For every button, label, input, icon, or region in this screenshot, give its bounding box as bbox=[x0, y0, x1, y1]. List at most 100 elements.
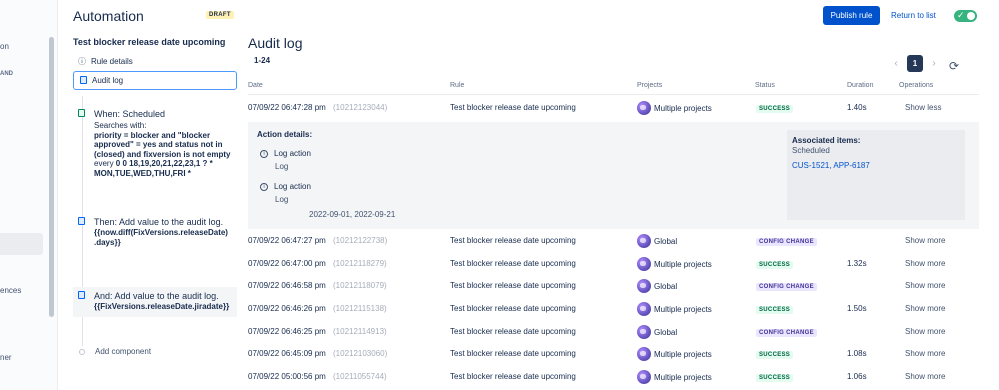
chevron-right-icon[interactable]: › bbox=[929, 58, 939, 69]
row-duration: 1.40s bbox=[847, 103, 867, 112]
audit-log-label: Audit log bbox=[92, 76, 124, 85]
rule-details-item[interactable]: ⓘ Rule details bbox=[73, 52, 237, 71]
row-duration: 1.06s bbox=[847, 372, 867, 381]
action-entry: i Log action Log bbox=[260, 149, 311, 171]
add-component-button[interactable]: Add component bbox=[79, 347, 151, 356]
draft-badge: DRAFT bbox=[206, 11, 234, 19]
show-less-button[interactable]: Show less bbox=[905, 103, 941, 112]
info-icon: i bbox=[260, 182, 268, 191]
row-date: 07/09/22 06:47:27 pm bbox=[248, 236, 326, 245]
trigger-step[interactable]: When: Scheduled Searches with: priority … bbox=[73, 109, 237, 179]
row-projects: Multiple projects bbox=[637, 302, 712, 316]
row-date: 07/09/22 06:47:28 pm bbox=[248, 103, 326, 112]
row-duration: 1.50s bbox=[847, 304, 867, 313]
row-rule: Test blocker release date upcoming bbox=[450, 372, 576, 381]
action-icon bbox=[73, 291, 94, 301]
rule-name: Test blocker release date upcoming bbox=[73, 37, 226, 47]
row-rule: Test blocker release date upcoming bbox=[450, 349, 576, 358]
row-rule: Test blocker release date upcoming bbox=[450, 103, 576, 112]
toggle-knob bbox=[967, 12, 975, 20]
row-rule: Test blocker release date upcoming bbox=[450, 304, 576, 313]
table-row: 07/09/22 06:47:28 pm (10212123044) Test … bbox=[248, 98, 979, 120]
column-header-operations: Operations bbox=[899, 82, 934, 89]
status-badge: SUCCESS bbox=[756, 105, 794, 113]
globe-icon bbox=[637, 347, 651, 361]
row-duration: 1.08s bbox=[847, 349, 867, 358]
page-button-current[interactable]: 1 bbox=[907, 55, 923, 72]
globe-icon bbox=[637, 234, 651, 248]
row-id: (10212114913) bbox=[333, 327, 387, 336]
trigger-jql: priority = blocker and "blocker approved… bbox=[94, 130, 231, 159]
info-icon: i bbox=[260, 149, 268, 158]
action-2-title: And: Add value to the audit log. bbox=[94, 291, 219, 301]
refresh-icon[interactable]: ⟳ bbox=[949, 59, 959, 73]
nav-item-2[interactable]: ences bbox=[0, 286, 21, 295]
nav-item-3[interactable]: ner bbox=[0, 353, 12, 362]
action-2-value: {{FixVersions.releaseDate.jiradate}} bbox=[94, 302, 230, 311]
row-id: (10212123044) bbox=[333, 103, 388, 112]
row-id: (10211055744) bbox=[333, 372, 387, 381]
row-date: 07/09/22 05:00:56 pm bbox=[248, 372, 326, 381]
globe-icon bbox=[637, 279, 651, 293]
action-log-value: 2022-09-01, 2022-09-21 bbox=[309, 210, 396, 219]
info-icon: ⓘ bbox=[78, 57, 86, 66]
row-projects: Multiple projects bbox=[637, 257, 712, 271]
table-row: 07/09/22 06:47:27 pm (10212122738) Test … bbox=[248, 231, 979, 253]
calendar-icon bbox=[73, 109, 94, 119]
status-badge: SUCCESS bbox=[756, 351, 794, 359]
row-date: 07/09/22 06:47:00 pm bbox=[248, 259, 326, 268]
add-component-dot-icon bbox=[79, 348, 85, 355]
action-1-value: {{now.diff(FixVersions.releaseDate) .day… bbox=[94, 228, 228, 247]
status-badge: CONFIG CHANGE bbox=[756, 283, 817, 291]
action-details-label: Action details: bbox=[257, 130, 313, 139]
audit-log-title: Audit log bbox=[248, 35, 303, 51]
chevron-left-icon[interactable]: ‹ bbox=[891, 58, 901, 69]
header-divider bbox=[248, 94, 979, 95]
row-date: 07/09/22 06:45:09 pm bbox=[248, 349, 326, 358]
show-more-button[interactable]: Show more bbox=[905, 259, 945, 268]
audit-log-item[interactable]: Audit log bbox=[73, 71, 237, 90]
trigger-searches-label: Searches with: bbox=[94, 121, 147, 130]
globe-icon bbox=[637, 325, 651, 339]
nav-item-selected[interactable] bbox=[0, 233, 43, 255]
trigger-every-label: every bbox=[94, 159, 114, 169]
row-date: 07/09/22 06:46:26 pm bbox=[248, 304, 326, 313]
action-step-1[interactable]: Then: Add value to the audit log. {{now.… bbox=[73, 217, 237, 247]
row-id: (10212122738) bbox=[333, 236, 388, 245]
row-projects: Global bbox=[637, 279, 677, 293]
row-projects: Global bbox=[637, 234, 677, 248]
nav-section-label: AND bbox=[0, 71, 13, 77]
action-entry: i Log action Log 2022-09-01, 2022-09-21 bbox=[260, 182, 395, 219]
nav-scrollbar[interactable] bbox=[49, 37, 54, 317]
publish-rule-button[interactable]: Publish rule bbox=[823, 6, 880, 25]
row-rule: Test blocker release date upcoming bbox=[450, 281, 576, 290]
table-row: 07/09/22 06:47:00 pm (10212118279) Test … bbox=[248, 254, 979, 276]
check-icon: ✓ bbox=[957, 10, 965, 20]
result-range: 1-24 bbox=[254, 56, 271, 65]
show-more-button[interactable]: Show more bbox=[905, 349, 945, 358]
associated-issue-links[interactable]: CUS-1521, APP-6187 bbox=[792, 161, 960, 170]
rule-enabled-toggle[interactable]: ✓ bbox=[954, 10, 977, 22]
status-badge: CONFIG CHANGE bbox=[756, 329, 817, 337]
globe-icon bbox=[637, 370, 651, 384]
show-more-button[interactable]: Show more bbox=[905, 304, 945, 313]
row-date: 07/09/22 06:46:58 pm bbox=[248, 281, 326, 290]
show-more-button[interactable]: Show more bbox=[905, 327, 945, 336]
return-to-list-link[interactable]: Return to list bbox=[891, 11, 936, 20]
show-more-button[interactable]: Show more bbox=[905, 281, 945, 290]
show-more-button[interactable]: Show more bbox=[905, 372, 945, 381]
pagination: ‹ 1 › bbox=[891, 55, 939, 72]
show-more-button[interactable]: Show more bbox=[905, 236, 945, 245]
column-header-date: Date bbox=[248, 82, 263, 89]
row-date: 07/09/22 06:46:25 pm bbox=[248, 327, 326, 336]
row-projects: Multiple projects bbox=[637, 370, 712, 384]
nav-item-1[interactable]: on bbox=[0, 42, 9, 51]
table-row: 07/09/22 06:46:25 pm (10212114913) Test … bbox=[248, 322, 979, 344]
status-badge: SUCCESS bbox=[756, 374, 794, 382]
action-step-2[interactable]: And: Add value to the audit log. {{FixVe… bbox=[73, 287, 237, 317]
document-icon bbox=[74, 75, 92, 86]
page-title: Automation bbox=[73, 8, 144, 24]
action-details-panel: Action details: i Log action Log i Log act… bbox=[248, 122, 979, 229]
row-id: (10212115138) bbox=[333, 304, 387, 313]
table-row: 07/09/22 05:00:56 pm (10211055744) Test … bbox=[248, 367, 979, 389]
